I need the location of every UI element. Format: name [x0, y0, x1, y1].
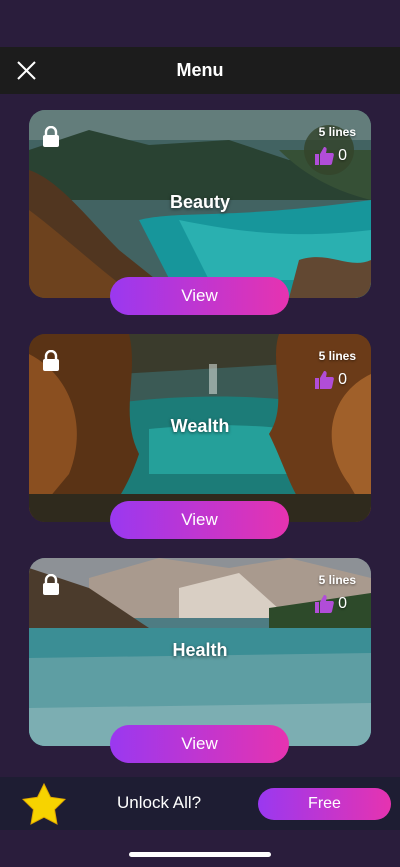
- star-icon: [22, 783, 66, 825]
- likes[interactable]: 0: [313, 369, 347, 391]
- likes-count: 0: [338, 371, 347, 388]
- top-bar: Menu: [0, 47, 400, 94]
- lines-count: 5 lines: [318, 573, 356, 587]
- home-indicator: [129, 852, 271, 857]
- likes[interactable]: 0: [313, 593, 347, 615]
- likes-count: 0: [338, 595, 347, 612]
- unlock-all-text: Unlock All?: [117, 793, 202, 812]
- lock-icon: [43, 350, 59, 371]
- card-title: Wealth: [170, 416, 230, 436]
- thumbs-up-icon: [315, 371, 334, 389]
- view-button-wealth[interactable]: View: [110, 501, 289, 539]
- page-title: Menu: [176, 60, 224, 80]
- likes-count: 0: [338, 147, 347, 164]
- lock-icon: [43, 574, 59, 595]
- card-wealth[interactable]: 5 lines 0 Wealth: [29, 334, 371, 522]
- card-health[interactable]: 5 lines 0 Health: [29, 558, 371, 746]
- view-button-beauty[interactable]: View: [110, 277, 289, 315]
- card-title: Beauty: [169, 192, 231, 212]
- lock-icon: [43, 126, 59, 147]
- view-button-health[interactable]: View: [110, 725, 289, 763]
- card-title: Health: [172, 640, 228, 660]
- unlock-bar: Unlock All? Free: [0, 777, 400, 830]
- lines-count: 5 lines: [318, 125, 356, 139]
- free-button[interactable]: Free: [258, 788, 391, 820]
- lines-count: 5 lines: [318, 349, 356, 363]
- card-beauty[interactable]: 5 lines 0 Beauty: [29, 110, 371, 298]
- thumbs-up-icon: [315, 595, 334, 613]
- close-icon[interactable]: [14, 58, 39, 83]
- likes[interactable]: 0: [313, 145, 347, 167]
- thumbs-up-icon: [315, 147, 334, 165]
